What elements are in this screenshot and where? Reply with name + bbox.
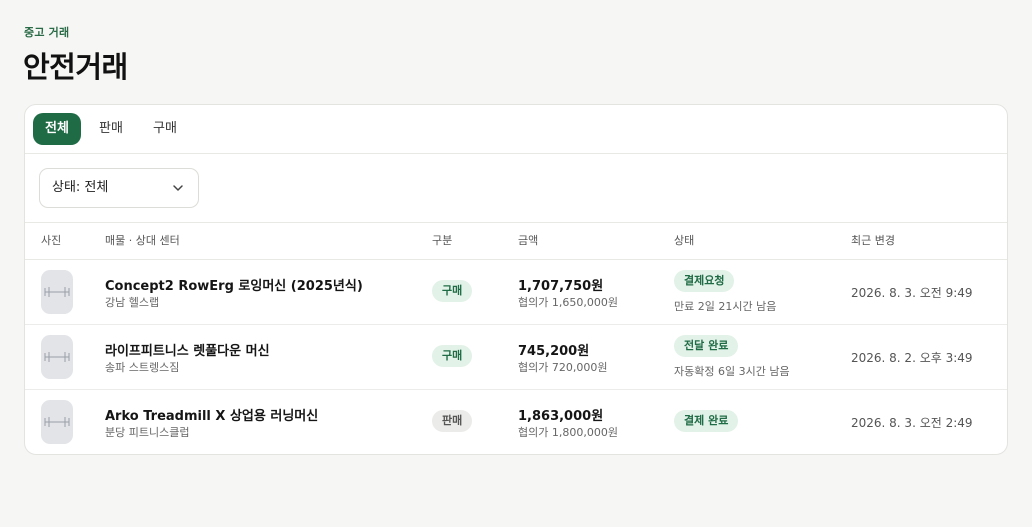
amount: 745,200원	[518, 344, 590, 359]
barbell-icon	[44, 352, 70, 362]
col-item: 매물 · 상대 센터	[105, 234, 180, 247]
amount: 1,707,750원	[518, 279, 604, 294]
item-photo	[41, 400, 73, 444]
col-photo: 사진	[41, 234, 62, 247]
table-row[interactable]: 라이프피트니스 렛풀다운 머신 송파 스트렝스짐 구매 745,200원 협의가…	[25, 325, 1007, 390]
status-badge: 전달 완료	[674, 335, 739, 357]
status-filter-select[interactable]: 상태: 전체	[39, 168, 199, 208]
type-badge: 판매	[432, 410, 473, 432]
barbell-icon	[44, 287, 70, 297]
status-note: 자동확정 6일 3시간 남음	[674, 365, 790, 378]
col-amount: 금액	[518, 234, 539, 247]
tab-all[interactable]: 전체	[33, 113, 81, 145]
status-filter-value: 상태: 전체	[52, 180, 109, 195]
item-photo	[41, 335, 73, 379]
updated-time: 2026. 8. 2. 오후 3:49	[851, 351, 973, 365]
tab-bar: 전체 판매 구매	[25, 105, 1007, 154]
table-row[interactable]: Arko Treadmill X 상업용 러닝머신 분당 피트니스클럽 판매 1…	[25, 390, 1007, 454]
type-badge: 구매	[432, 280, 473, 302]
updated-time: 2026. 8. 3. 오전 9:49	[851, 286, 973, 300]
transactions-card: 전체 판매 구매 상태: 전체 사진 매물 · 상대 센터 구분 금액 상태 최…	[24, 104, 1008, 455]
table-row[interactable]: Concept2 RowErg 로잉머신 (2025년식) 강남 헬스랩 구매 …	[25, 260, 1007, 325]
status-badge: 결제요청	[674, 270, 735, 292]
item-name[interactable]: Concept2 RowErg 로잉머신 (2025년식)	[105, 275, 363, 294]
amount: 1,863,000원	[518, 409, 604, 424]
col-status: 상태	[674, 234, 695, 247]
breadcrumb-eyebrow: 중고 거래	[24, 26, 70, 39]
negotiated-price: 협의가 1,650,000원	[518, 296, 618, 309]
table-header: 사진 매물 · 상대 센터 구분 금액 상태 최근 변경	[25, 223, 1007, 260]
col-updated: 최근 변경	[851, 234, 895, 247]
negotiated-price: 협의가 1,800,000원	[518, 426, 618, 439]
status-badge: 결제 완료	[674, 410, 739, 432]
barbell-icon	[44, 417, 70, 427]
page-title: 안전거래	[23, 50, 128, 84]
type-badge: 구매	[432, 345, 473, 367]
item-photo	[41, 270, 73, 314]
filter-row: 상태: 전체	[25, 154, 1007, 223]
tab-buy[interactable]: 구매	[141, 113, 189, 145]
chevron-down-icon	[173, 185, 183, 191]
item-name[interactable]: 라이프피트니스 렛풀다운 머신	[105, 340, 270, 359]
tab-sell[interactable]: 판매	[87, 113, 135, 145]
updated-time: 2026. 8. 3. 오전 2:49	[851, 416, 973, 430]
item-center: 분당 피트니스클럽	[105, 426, 190, 439]
item-name[interactable]: Arko Treadmill X 상업용 러닝머신	[105, 405, 318, 424]
status-note: 만료 2일 21시간 남음	[674, 300, 777, 313]
item-center: 송파 스트렝스짐	[105, 361, 180, 374]
item-center: 강남 헬스랩	[105, 296, 160, 309]
col-type: 구분	[432, 234, 453, 247]
negotiated-price: 협의가 720,000원	[518, 361, 608, 374]
